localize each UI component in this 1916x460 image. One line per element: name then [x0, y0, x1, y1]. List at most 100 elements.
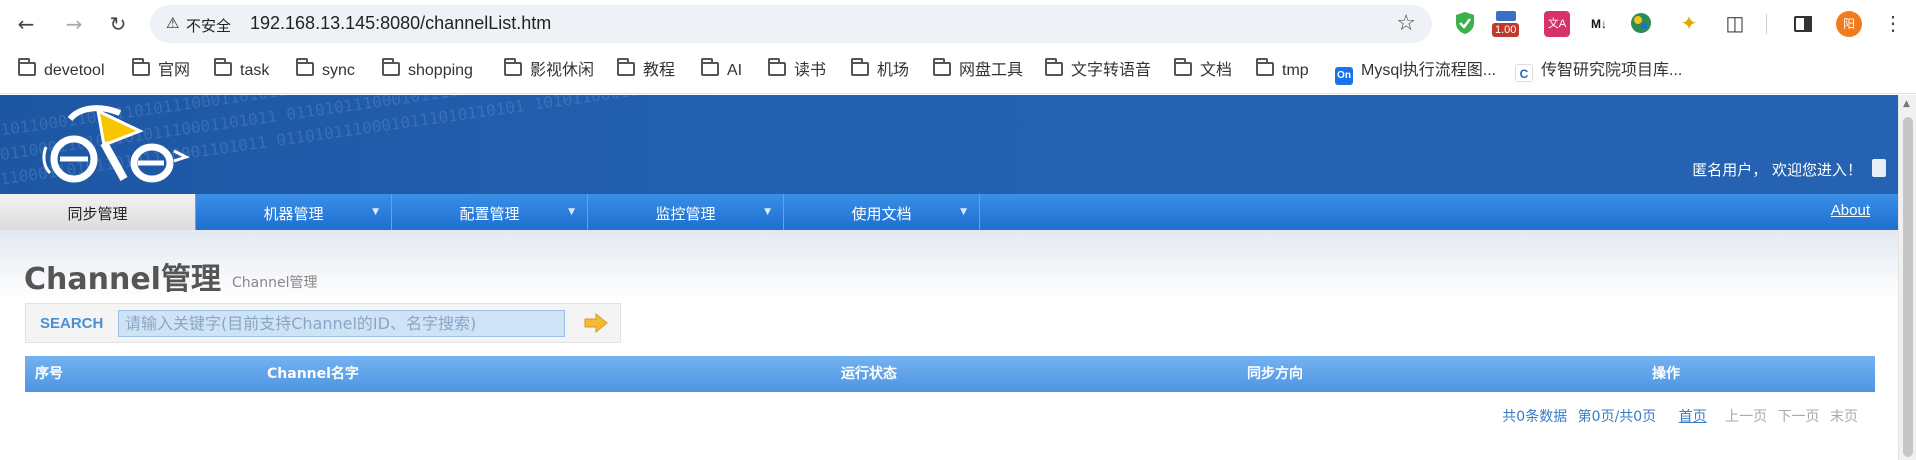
bookmark-label: 教程	[643, 62, 676, 79]
globe-extension-icon[interactable]	[1628, 11, 1654, 37]
bookmark-label: 传智研究院项目库...	[1541, 62, 1683, 79]
site-header: 0101100011010110101110001101011 01101011…	[0, 95, 1898, 194]
back-icon[interactable]: ←	[14, 12, 38, 36]
pagination: 共0条数据 第0页/共0页 首页 上一页 下一页 末页	[1496, 406, 1858, 426]
pager-page-info: 第0页/共0页	[1577, 409, 1657, 425]
search-arrow-icon[interactable]	[583, 312, 609, 334]
toolbar-divider	[1766, 14, 1767, 34]
about-link[interactable]: About	[1831, 202, 1870, 219]
page-scrollbar[interactable]: ▲	[1898, 95, 1916, 460]
column-header-index: 序号	[35, 366, 63, 382]
page-title: Channel管理	[24, 262, 221, 297]
folder-icon	[214, 58, 232, 76]
pager-total: 共0条数据	[1502, 409, 1568, 425]
dictionary-extension-icon[interactable]: 文A	[1544, 11, 1570, 37]
folder-icon	[1045, 58, 1063, 76]
nav-item-docs[interactable]: 使用文档 ▼	[784, 194, 980, 230]
folder-icon	[18, 58, 36, 76]
translate-extension-icon[interactable]: 1.00	[1492, 11, 1520, 37]
bookmark-label: tmp	[1282, 62, 1309, 79]
bookmark-folder[interactable]: 教程	[617, 58, 676, 82]
bookmark-folder[interactable]: tmp	[1256, 58, 1309, 82]
column-header-actions: 操作	[1652, 366, 1680, 382]
bookmark-folder[interactable]: 文档	[1174, 58, 1232, 82]
page-subtitle: Channel管理	[232, 275, 318, 291]
bookmark-label: devetool	[44, 62, 105, 79]
folder-icon	[933, 58, 951, 76]
warning-icon: ⚠	[166, 14, 180, 32]
folder-icon	[768, 58, 786, 76]
column-header-run-status: 运行状态	[841, 366, 897, 382]
folder-icon	[701, 58, 719, 76]
bookmark-folder[interactable]: AI	[701, 58, 743, 82]
nav-item-config[interactable]: 配置管理 ▼	[392, 194, 588, 230]
site-favicon-icon: C	[1515, 64, 1533, 82]
bookmark-folder[interactable]: 文字转语音	[1045, 58, 1151, 82]
bookmark-label: Mysql执行流程图...	[1361, 62, 1497, 79]
search-input[interactable]	[118, 310, 565, 337]
puzzle-extensions-icon[interactable]: ◫	[1722, 11, 1748, 37]
bookmark-label: 读书	[794, 62, 827, 79]
browser-toolbar: ← → ↻ ⚠ 不安全 192.168.13.145:8080/channelL…	[0, 0, 1916, 48]
insecure-label[interactable]: 不安全	[186, 15, 231, 36]
bookmark-label: 网盘工具	[959, 62, 1024, 79]
search-label: SEARCH	[40, 315, 104, 332]
bookmark-site[interactable]: C 传智研究院项目库...	[1515, 60, 1682, 82]
side-panel-icon[interactable]	[1790, 11, 1816, 37]
folder-icon	[1256, 58, 1274, 76]
cat-extension-icon[interactable]: ✦	[1676, 11, 1702, 37]
pager-last: 末页	[1830, 409, 1858, 425]
dropdown-arrow-icon: ▼	[764, 207, 771, 217]
forward-icon[interactable]: →	[62, 12, 86, 36]
scroll-up-icon[interactable]: ▲	[1903, 99, 1910, 109]
bookmarks-bar: devetool 官网 task sync shopping 影视休闲 教程 A…	[0, 48, 1916, 94]
folder-icon	[132, 58, 150, 76]
pager-next: 下一页	[1777, 409, 1820, 425]
bookmark-label: 机场	[877, 62, 910, 79]
nav-label: 配置管理	[459, 205, 520, 223]
welcome-text: 匿名用户， 欢迎您进入！	[1692, 161, 1862, 179]
bookmark-label: task	[240, 62, 270, 79]
folder-icon	[296, 58, 314, 76]
bookmark-label: AI	[727, 62, 743, 79]
bookmark-star-icon[interactable]: ☆	[1396, 11, 1416, 36]
dropdown-arrow-icon: ▼	[568, 207, 575, 217]
column-header-channel-name: Channel名字	[267, 366, 359, 382]
folder-icon	[504, 58, 522, 76]
scrollbar-thumb[interactable]	[1903, 117, 1913, 457]
nav-label: 使用文档	[851, 205, 912, 223]
url-text[interactable]: 192.168.13.145:8080/channelList.htm	[250, 13, 551, 34]
bookmark-folder[interactable]: 官网	[132, 58, 191, 82]
address-bar[interactable]: ⚠ 不安全 192.168.13.145:8080/channelList.ht…	[150, 5, 1432, 43]
bookmark-folder[interactable]: shopping	[382, 58, 473, 82]
main-content: Channel管理 Channel管理 SEARCH 序号 Channel名字 …	[0, 230, 1898, 460]
shield-extension-icon[interactable]	[1452, 11, 1478, 37]
bookmark-folder[interactable]: 读书	[768, 58, 827, 82]
bookmark-folder[interactable]: 影视休闲	[504, 58, 595, 82]
markdown-extension-icon[interactable]: M↓	[1586, 11, 1612, 37]
site-favicon-icon: On	[1335, 67, 1353, 85]
profile-avatar[interactable]: 阳	[1836, 11, 1862, 37]
table-header: 序号 Channel名字 运行状态 同步方向 操作	[25, 356, 1875, 392]
main-nav: 同步管理 机器管理 ▼ 配置管理 ▼ 监控管理 ▼ 使用文档 ▼ About	[0, 194, 1898, 230]
nav-item-machine[interactable]: 机器管理 ▼	[196, 194, 392, 230]
bookmark-folder[interactable]: 机场	[851, 58, 910, 82]
nav-item-sync[interactable]: 同步管理	[0, 194, 196, 230]
bookmark-folder[interactable]: task	[214, 58, 270, 82]
pager-first-link[interactable]: 首页	[1679, 409, 1707, 425]
nav-item-monitor[interactable]: 监控管理 ▼	[588, 194, 784, 230]
nav-label: 监控管理	[655, 205, 716, 223]
bookmark-label: 影视休闲	[530, 62, 595, 79]
bookmark-label: sync	[322, 62, 355, 79]
dropdown-arrow-icon: ▼	[372, 207, 379, 217]
bookmark-site[interactable]: On Mysql执行流程图...	[1335, 60, 1497, 85]
bookmark-folder[interactable]: sync	[296, 58, 355, 82]
bookmark-label: 官网	[158, 62, 191, 79]
otter-logo	[40, 101, 190, 191]
pager-prev: 上一页	[1725, 409, 1768, 425]
bookmark-folder[interactable]: devetool	[18, 58, 105, 82]
bookmark-folder[interactable]: 网盘工具	[933, 58, 1024, 82]
reload-icon[interactable]: ↻	[106, 12, 130, 36]
logout-icon[interactable]	[1872, 159, 1886, 177]
menu-kebab-icon[interactable]: ⋮	[1880, 11, 1906, 37]
